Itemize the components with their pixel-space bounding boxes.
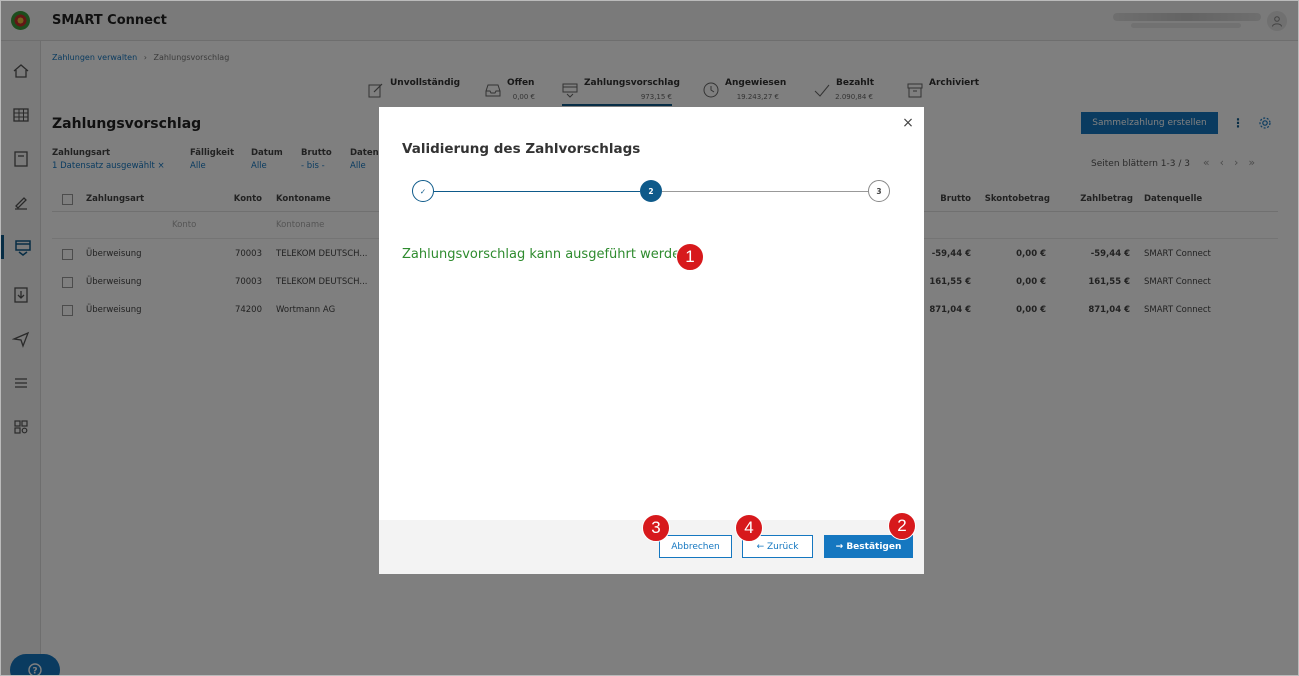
step-1-complete: ✓ bbox=[412, 180, 434, 202]
cancel-button[interactable]: Abbrechen bbox=[659, 535, 732, 558]
annotation-marker-3: 3 bbox=[642, 514, 670, 542]
annotation-marker-1: 1 bbox=[676, 243, 704, 271]
validation-success-message: Zahlungsvorschlag kann ausgeführt werden bbox=[402, 247, 689, 262]
step-3-pending: 3 bbox=[868, 180, 890, 202]
validation-dialog: × Validierung des Zahlvorschlags ✓ 2 3 Z… bbox=[379, 107, 924, 574]
stepper-line-pending bbox=[662, 191, 868, 192]
close-icon[interactable]: × bbox=[901, 115, 915, 131]
app-window: SMART Connect bbox=[0, 0, 1299, 676]
step-2-current: 2 bbox=[640, 180, 662, 202]
stepper-line-done bbox=[434, 191, 640, 192]
annotation-marker-2: 2 bbox=[888, 512, 916, 540]
annotation-marker-4: 4 bbox=[735, 514, 763, 542]
dialog-title: Validierung des Zahlvorschlags bbox=[402, 141, 641, 157]
